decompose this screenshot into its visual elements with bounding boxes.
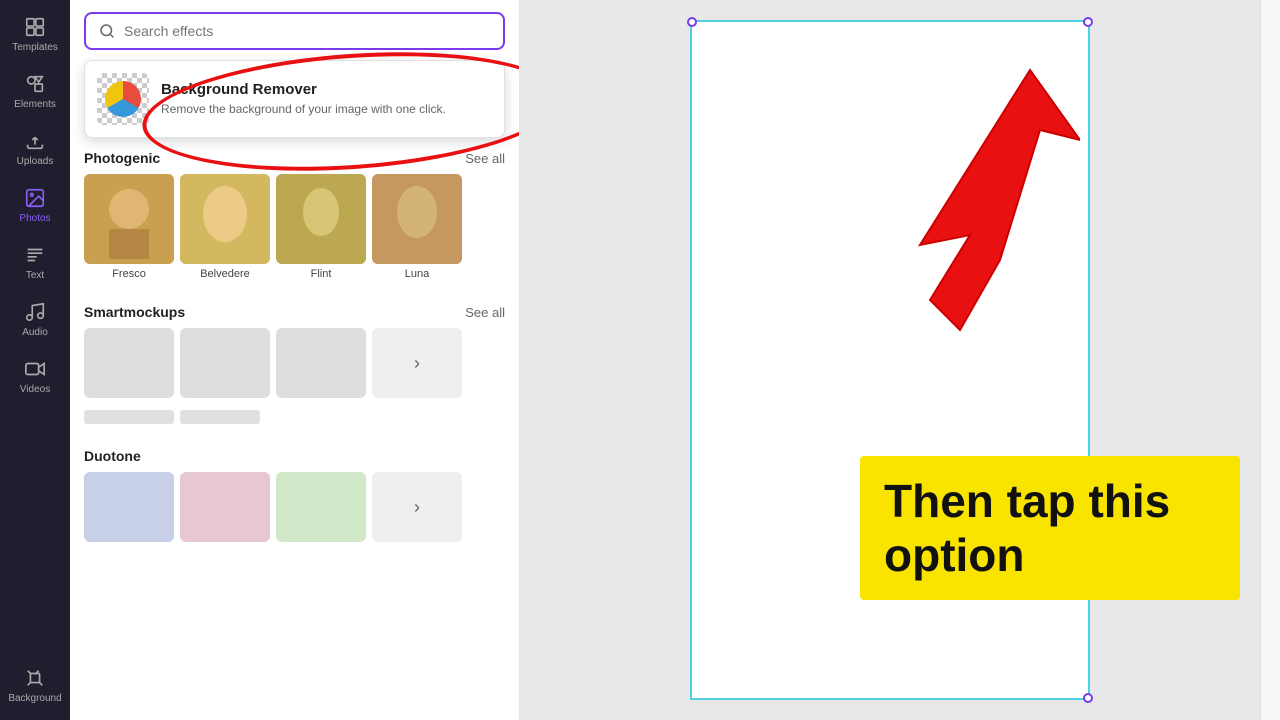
sidebar-item-templates[interactable]: Templates xyxy=(5,8,65,61)
right-panel xyxy=(1260,0,1280,720)
sidebar-item-videos[interactable]: Videos xyxy=(5,350,65,403)
mockup-thumb-more[interactable]: › xyxy=(372,328,462,398)
sidebar: Templates Elements Uploads Photos Text xyxy=(0,0,70,720)
photo-item-luna[interactable]: Luna xyxy=(372,174,462,280)
sidebar-audio-label: Audio xyxy=(22,327,48,338)
smartmockups-title: Smartmockups xyxy=(84,304,185,320)
search-input-wrapper[interactable] xyxy=(84,12,505,50)
photo-thumb-fresco[interactable] xyxy=(84,174,174,264)
smartmockups-header: Smartmockups See all xyxy=(70,292,519,328)
duotone-thumb-more[interactable]: › xyxy=(372,472,462,542)
sidebar-uploads-label: Uploads xyxy=(17,156,54,167)
corner-handle-tr[interactable] xyxy=(1083,17,1093,27)
sidebar-text-label: Text xyxy=(26,270,44,281)
duotone-grid: › xyxy=(70,472,519,550)
sidebar-videos-label: Videos xyxy=(20,384,50,395)
annotation-banner: Then tap this option xyxy=(860,456,1240,600)
photo-item-flint[interactable]: Flint xyxy=(276,174,366,280)
background-remover-icon xyxy=(97,73,149,125)
duotone-more-arrow: › xyxy=(414,497,420,518)
mockup-label-1 xyxy=(84,410,174,424)
sidebar-photos-label: Photos xyxy=(19,213,50,224)
photogenic-header: Photogenic See all xyxy=(70,138,519,174)
background-icon xyxy=(24,667,46,689)
mockup-label-2 xyxy=(180,410,260,424)
photo-label-luna: Luna xyxy=(405,268,429,280)
audio-icon xyxy=(24,301,46,323)
sidebar-item-background[interactable]: Background xyxy=(5,659,65,712)
mockup-thumb-1[interactable] xyxy=(84,328,174,398)
duotone-header: Duotone xyxy=(70,436,519,472)
photo-label-fresco: Fresco xyxy=(112,268,146,280)
sidebar-background-label: Background xyxy=(8,693,61,704)
background-remover-suggestion[interactable]: Background Remover Remove the background… xyxy=(84,60,505,138)
corner-handle-br[interactable] xyxy=(1083,693,1093,703)
belvedere-preview xyxy=(180,174,270,264)
photogenic-see-all[interactable]: See all xyxy=(465,151,505,166)
effects-panel: Background Remover Remove the background… xyxy=(70,0,520,720)
mockup-thumb-3[interactable] xyxy=(276,328,366,398)
photo-item-belvedere[interactable]: Belvedere xyxy=(180,174,270,280)
photogenic-title: Photogenic xyxy=(84,150,160,166)
photo-thumb-luna[interactable] xyxy=(372,174,462,264)
photo-label-flint: Flint xyxy=(311,268,332,280)
sidebar-item-text[interactable]: Text xyxy=(5,236,65,289)
photo-thumb-flint[interactable] xyxy=(276,174,366,264)
photo-item-fresco[interactable]: Fresco xyxy=(84,174,174,280)
smartmockups-see-all[interactable]: See all xyxy=(465,305,505,320)
suggestion-text: Background Remover Remove the background… xyxy=(161,81,446,118)
text-icon xyxy=(24,244,46,266)
photos-icon xyxy=(24,187,46,209)
duotone-thumb-2[interactable] xyxy=(180,472,270,542)
annotation-text: Then tap this option xyxy=(884,475,1170,581)
suggestion-title: Background Remover xyxy=(161,81,446,98)
mockup-labels xyxy=(70,406,519,436)
photo-thumb-belvedere[interactable] xyxy=(180,174,270,264)
fresco-preview xyxy=(84,174,174,264)
uploads-icon xyxy=(24,130,46,152)
templates-icon xyxy=(24,16,46,38)
sidebar-item-photos[interactable]: Photos xyxy=(5,179,65,232)
mockup-thumb-2[interactable] xyxy=(180,328,270,398)
sidebar-item-elements[interactable]: Elements xyxy=(5,65,65,118)
corner-handle-tl[interactable] xyxy=(687,17,697,27)
duotone-thumb-3[interactable] xyxy=(276,472,366,542)
photo-label-belvedere: Belvedere xyxy=(200,268,250,280)
elements-icon xyxy=(24,73,46,95)
sidebar-item-audio[interactable]: Audio xyxy=(5,293,65,346)
photogenic-grid: Fresco Belvedere Flint xyxy=(70,174,519,292)
videos-icon xyxy=(24,358,46,380)
search-icon xyxy=(98,22,116,40)
smartmockups-grid: › xyxy=(70,328,519,406)
sidebar-templates-label: Templates xyxy=(12,42,58,53)
luna-preview xyxy=(372,174,462,264)
sidebar-item-uploads[interactable]: Uploads xyxy=(5,122,65,175)
sidebar-elements-label: Elements xyxy=(14,99,56,110)
flint-preview xyxy=(276,174,366,264)
search-bar xyxy=(70,0,519,58)
suggestion-description: Remove the background of your image with… xyxy=(161,101,446,118)
mockup-more-arrow: › xyxy=(414,353,420,374)
duotone-title: Duotone xyxy=(84,448,141,464)
canvas-area: Then tap this option xyxy=(520,0,1260,720)
search-input[interactable] xyxy=(124,23,491,39)
duotone-thumb-1[interactable] xyxy=(84,472,174,542)
